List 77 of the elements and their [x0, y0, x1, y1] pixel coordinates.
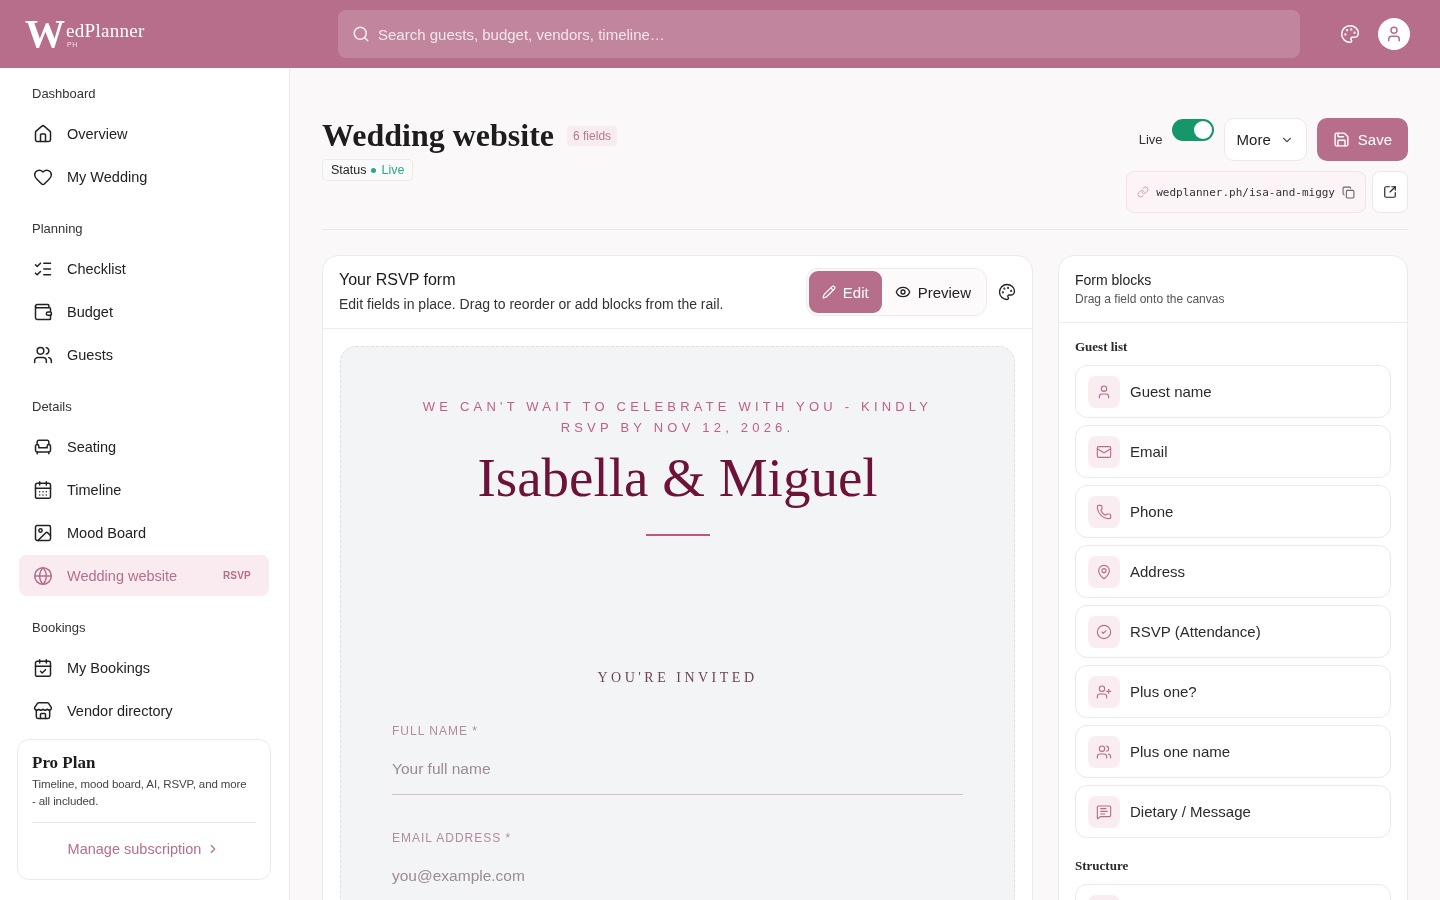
- plan-title: Pro Plan: [32, 753, 97, 773]
- form-block[interactable]: Dietary / Message: [1075, 785, 1391, 838]
- store-icon: [33, 700, 53, 721]
- field-label: EMAIL ADDRESS *: [392, 829, 513, 846]
- form-block[interactable]: Plus one?: [1075, 665, 1391, 718]
- sidebar-item[interactable]: Budget: [19, 291, 269, 332]
- section-label: Bookings: [31, 619, 87, 637]
- sidebar-item[interactable]: Timeline: [19, 469, 269, 510]
- section-label: Dashboard: [31, 85, 97, 103]
- panel-subtitle: Drag a field onto the canvas: [1075, 291, 1226, 307]
- sidebar-item[interactable]: Seating: [19, 426, 269, 467]
- panel-title: Form blocks: [1075, 271, 1153, 289]
- phone-icon: [1088, 495, 1120, 528]
- view-mode-tab[interactable]: Edit: [808, 271, 882, 313]
- nav-item-note: RSVP: [222, 570, 251, 581]
- pencil-icon: [821, 285, 836, 299]
- user-plus-icon: [1088, 675, 1120, 708]
- form-block[interactable]: Plus one name: [1075, 725, 1391, 778]
- status-label: Status: [331, 162, 367, 178]
- message-icon: [1088, 795, 1120, 828]
- users-icon: [33, 344, 53, 365]
- wallet-icon: [33, 301, 53, 322]
- live-label: Live: [1138, 132, 1163, 147]
- form-block[interactable]: Guest name: [1075, 365, 1391, 418]
- field-count-badge: 6 fields: [567, 125, 618, 146]
- users-icon: [1088, 735, 1120, 768]
- url-text[interactable]: wedplanner.ph/isa-and-miggy: [1156, 185, 1335, 199]
- section-label: Details: [31, 398, 73, 416]
- status-value: Live: [381, 162, 405, 178]
- form-block[interactable]: Email: [1075, 425, 1391, 478]
- field-label: FULL NAME *: [392, 722, 479, 739]
- plan-description: Timeline, mood board, AI, RSVP, and more - all included.: [32, 777, 248, 809]
- editor-title: Your RSVP form: [339, 270, 457, 290]
- mail-icon: [1088, 435, 1120, 468]
- link-icon: [1137, 186, 1150, 198]
- sidebar-item[interactable]: Guests: [19, 334, 269, 375]
- calendar-icon: [33, 479, 53, 500]
- form-block[interactable]: Phone: [1075, 485, 1391, 538]
- heart-icon: [33, 166, 53, 187]
- invitation-heading: YOU'RE INVITED: [596, 668, 759, 687]
- globe-icon: [33, 565, 53, 586]
- invitation-tagline: WE CAN'T WAIT TO CELEBRATE WITH YOU - KINDLY RSVP BY NOV 12, 2026.: [421, 398, 934, 437]
- manage-subscription-link[interactable]: Manage subscription: [67, 839, 221, 859]
- couple-names: Isabella & Miguel: [476, 446, 879, 510]
- group-title: Structure: [1075, 858, 1130, 874]
- form-block[interactable]: RSVP (Attendance): [1075, 605, 1391, 658]
- live-toggle[interactable]: [1171, 119, 1214, 141]
- user-icon: [1385, 25, 1403, 43]
- form-block[interactable]: Address: [1075, 545, 1391, 598]
- editor-subtitle: Edit fields in place. Drag to reorder or add blocks from the rail.: [339, 295, 724, 314]
- open-external-button[interactable]: [1372, 171, 1408, 213]
- search-icon: [352, 25, 370, 43]
- view-mode-tab[interactable]: Preview: [881, 271, 984, 313]
- more-button[interactable]: More: [1223, 118, 1307, 161]
- save-icon: [1332, 131, 1350, 148]
- eye-icon: [894, 284, 911, 300]
- sidebar-item[interactable]: Checklist: [19, 248, 269, 289]
- sidebar-item[interactable]: Overview: [19, 113, 269, 154]
- external-link-icon: [1383, 185, 1397, 199]
- section-label: Planning: [31, 220, 84, 238]
- sidebar-item[interactable]: My Bookings: [19, 647, 269, 688]
- image-icon: [33, 522, 53, 543]
- map-pin-icon: [1088, 555, 1120, 588]
- user-icon: [1088, 375, 1120, 408]
- sidebar-item[interactable]: Vendor directory: [19, 690, 269, 731]
- house-icon: [33, 123, 53, 144]
- sidebar-item[interactable]: My Wedding: [19, 156, 269, 197]
- input-field[interactable]: Your full name: [392, 750, 963, 795]
- save-button[interactable]: Save: [1316, 118, 1408, 161]
- input-field[interactable]: you@example.com: [392, 857, 963, 900]
- copy-icon[interactable]: [1342, 185, 1355, 199]
- palette-icon[interactable]: [998, 283, 1016, 301]
- calendar-check-icon: [33, 657, 53, 678]
- group-title: Guest list: [1075, 339, 1129, 355]
- page-title: Wedding website: [322, 118, 555, 153]
- avatar-button[interactable]: [1378, 18, 1410, 50]
- sidebar-item[interactable]: Mood Board: [19, 512, 269, 553]
